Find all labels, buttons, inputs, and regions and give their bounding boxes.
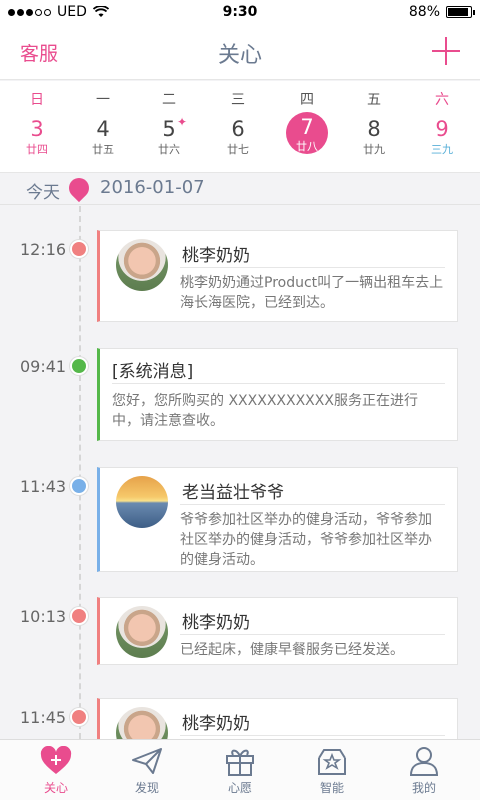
tab-discover[interactable]: 发现 <box>101 740 193 800</box>
day-number: 7 <box>300 115 314 139</box>
weekday-label: 日 <box>30 92 44 108</box>
tab-label: 发现 <box>134 781 159 795</box>
tab-label: 心愿 <box>227 781 252 795</box>
location-pin-icon <box>64 173 94 203</box>
timeline-line <box>79 206 81 739</box>
day-thursday-selected[interactable]: 四 7 廿八 <box>273 81 341 173</box>
weekday-label: 二 <box>162 92 176 108</box>
day-number: 9 <box>435 117 449 141</box>
avatar <box>116 476 168 528</box>
event-text: 您好，您所购买的 XXXXXXXXXXX服务正在进行中，请注意查收。 <box>112 393 418 429</box>
lunar-date: 廿五 <box>92 143 114 156</box>
day-monday[interactable]: 一 4 廿五 <box>69 81 137 173</box>
battery-icon <box>446 6 475 18</box>
status-dot <box>70 357 88 375</box>
day-number: 3 <box>30 117 44 141</box>
status-dot <box>70 607 88 625</box>
weekday-label: 一 <box>96 92 110 108</box>
event-name: 老当益壮爷爷 <box>182 483 284 503</box>
event-card[interactable]: 老当益壮爷爷 爷爷参加社区举办的健身活动，爷爷参加社区举办的健身活动，爷爷参加社… <box>97 467 458 572</box>
event-text: 桃李奶奶通过Product叫了一辆出租车去上海长海医院，已经到达。 <box>180 275 444 311</box>
avatar <box>116 239 168 291</box>
entry-time: 09:41 <box>20 357 67 376</box>
event-card[interactable]: 桃李奶奶 桃李奶奶通过Product叫了一辆出租车去上海长海医院，已经到达。 <box>97 230 458 322</box>
event-name: 桃李奶奶 <box>182 246 250 266</box>
event-text: 爷爷参加社区举办的健身活动，爷爷参加社区举办的健身活动，爷爷参加社区举办的健身活… <box>180 512 432 568</box>
status-dot <box>70 477 88 495</box>
avatar <box>116 707 168 739</box>
divider <box>180 634 445 635</box>
event-name: 桃李奶奶 <box>182 714 250 734</box>
day-sunday[interactable]: 日 3 廿四 <box>3 81 71 173</box>
event-name: [系统消息] <box>112 362 194 382</box>
user-icon <box>409 747 439 776</box>
tab-mine[interactable]: 我的 <box>378 740 470 800</box>
event-name: 桃李奶奶 <box>182 613 250 633</box>
tab-bar: 关心 发现 心愿 智能 我的 <box>0 739 480 800</box>
day-number: 5 <box>162 117 176 141</box>
today-label: 今天 <box>26 183 60 203</box>
weekday-label: 五 <box>367 92 381 108</box>
tab-care[interactable]: 关心 <box>10 740 102 800</box>
entry-time: 12:16 <box>20 240 67 259</box>
divider <box>180 267 445 268</box>
entry-time: 11:43 <box>20 477 67 496</box>
sparkle-icon: ✦ <box>177 115 188 129</box>
avatar <box>116 606 168 658</box>
lunar-date: 廿四 <box>26 143 48 156</box>
status-bar: UED 9:30 88% <box>0 0 480 24</box>
day-saturday[interactable]: 六 9 三九 <box>408 81 476 173</box>
lunar-date: 廿八 <box>296 140 318 153</box>
tab-label: 智能 <box>319 781 344 795</box>
tab-smart[interactable]: 智能 <box>286 740 378 800</box>
event-card[interactable]: 桃李奶奶 已经起床，健康早餐服务已经发送。 <box>97 597 458 665</box>
entry-time: 11:45 <box>20 708 67 727</box>
heart-plus-icon <box>40 746 72 774</box>
weekday-label: 四 <box>300 92 314 108</box>
tab-wish[interactable]: 心愿 <box>194 740 286 800</box>
page-title: 关心 <box>217 43 262 68</box>
smart-box-icon <box>318 749 346 775</box>
divider <box>180 504 445 505</box>
tab-label: 我的 <box>411 781 436 795</box>
event-text: 已经起床，健康早餐服务已经发送。 <box>180 642 404 658</box>
day-wednesday[interactable]: 三 6 廿七 <box>204 81 272 173</box>
entry-time: 10:13 <box>20 607 67 626</box>
weekday-label: 三 <box>231 92 245 108</box>
day-number: 8 <box>367 117 381 141</box>
day-number: 4 <box>96 117 110 141</box>
event-card[interactable]: 桃李奶奶 <box>97 698 458 739</box>
divider <box>180 735 445 736</box>
lunar-date: 廿九 <box>363 143 385 156</box>
lunar-date: 廿六 <box>158 143 180 156</box>
date-bar: 今天 2016-01-07 <box>0 173 480 205</box>
week-calendar: 日 3 廿四 一 4 廿五 二 5 ✦ 廿六 三 6 廿七 四 7 廿八 五 8… <box>0 81 480 173</box>
navigation-bar: 客服 关心 <box>0 24 480 80</box>
divider <box>112 383 445 384</box>
plus-icon[interactable] <box>432 37 460 65</box>
lunar-date: 三九 <box>431 143 453 156</box>
gift-icon <box>226 749 254 776</box>
timeline[interactable]: 12:16 桃李奶奶 桃李奶奶通过Product叫了一辆出租车去上海长海医院，已… <box>0 206 480 739</box>
status-dot <box>70 240 88 258</box>
tab-label: 关心 <box>43 781 68 795</box>
day-number: 6 <box>231 117 245 141</box>
weekday-label: 六 <box>435 92 449 108</box>
event-card[interactable]: [系统消息] 您好，您所购买的 XXXXXXXXXXX服务正在进行中，请注意查收… <box>97 348 458 441</box>
status-dot <box>70 708 88 726</box>
current-date: 2016-01-07 <box>100 177 205 198</box>
day-friday[interactable]: 五 8 廿九 <box>340 81 408 173</box>
paper-plane-icon <box>132 748 162 774</box>
day-tuesday[interactable]: 二 5 ✦ 廿六 <box>135 81 203 173</box>
lunar-date: 廿七 <box>227 143 249 156</box>
battery-percent: 88% <box>408 4 440 20</box>
